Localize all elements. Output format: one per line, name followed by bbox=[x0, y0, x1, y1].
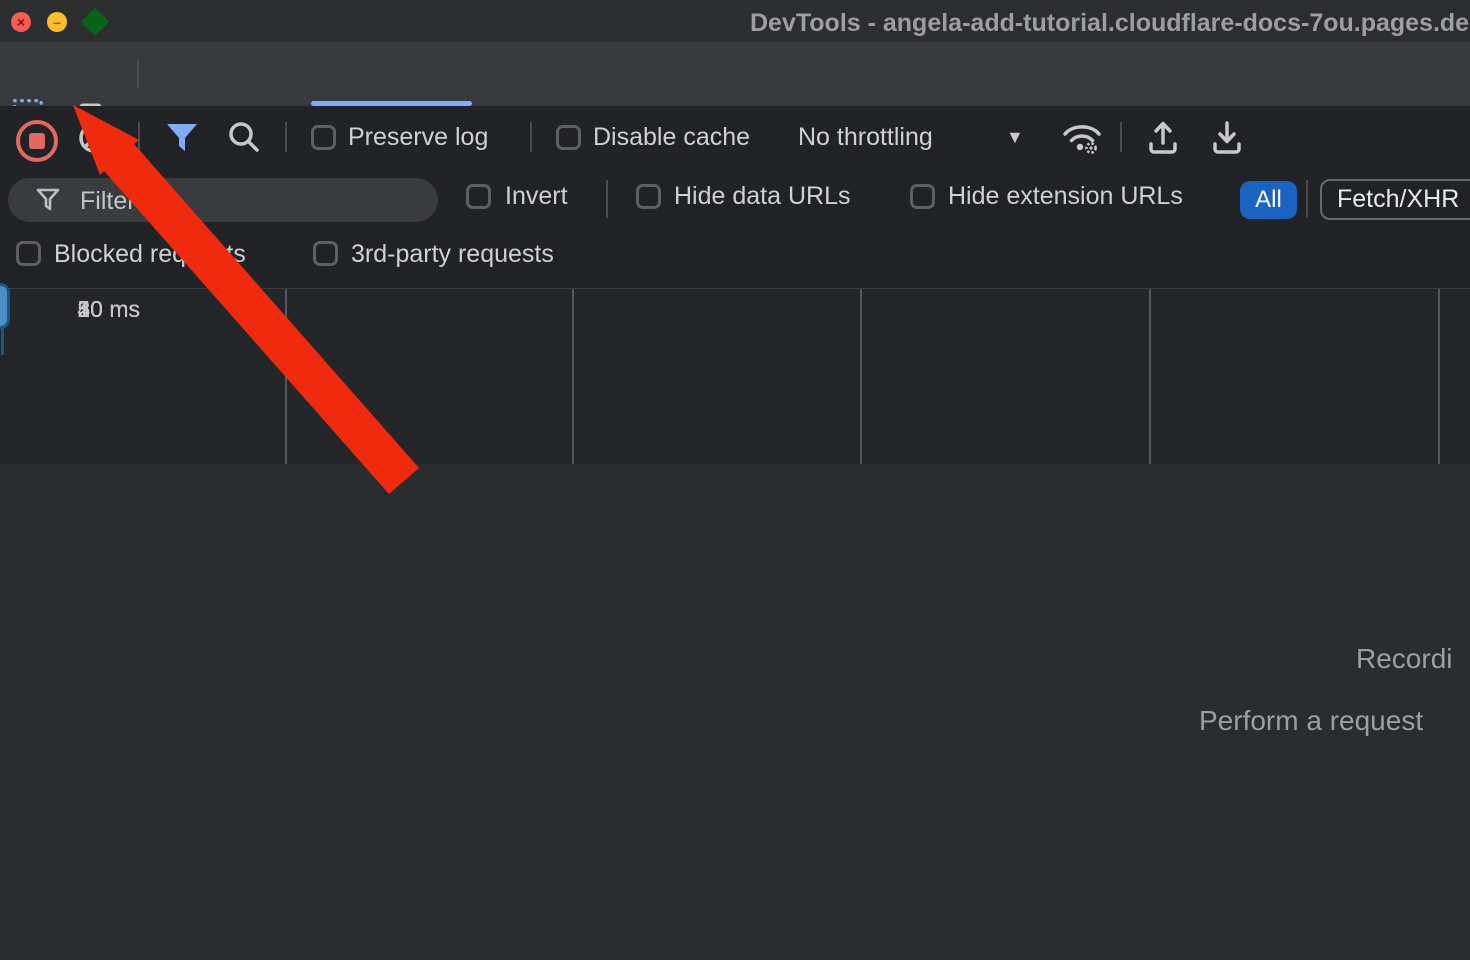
fetch-xhr-label: Fetch/XHR bbox=[1337, 185, 1459, 214]
clear-button[interactable] bbox=[78, 122, 110, 154]
request-type-fetch-xhr-button[interactable]: Fetch/XHR bbox=[1320, 179, 1470, 220]
filter-field[interactable] bbox=[8, 178, 438, 222]
network-overview-timeline[interactable]: 10 ms 20 ms 30 ms 40 ms 50 ms bbox=[0, 288, 1470, 467]
toolbar-separator bbox=[1120, 122, 1122, 152]
disable-cache-checkbox[interactable] bbox=[556, 125, 581, 150]
export-har-icon bbox=[1210, 119, 1244, 157]
chevron-down-icon[interactable]: ▼ bbox=[1006, 127, 1024, 148]
recording-hint-text: Recordi bbox=[1356, 643, 1452, 675]
titlebar: × – DevTools - angela-add-tutorial.cloud… bbox=[0, 0, 1470, 42]
hide-extension-urls-label[interactable]: Hide extension URLs bbox=[948, 184, 1183, 209]
network-toolbar: Preserve log Disable cache No throttling… bbox=[0, 106, 1470, 168]
invert-label[interactable]: Invert bbox=[505, 184, 568, 209]
timeline-resize-handle[interactable] bbox=[0, 283, 10, 329]
search-button[interactable] bbox=[227, 120, 261, 154]
import-har-button[interactable] bbox=[1146, 119, 1180, 157]
timeline-gridline bbox=[1438, 289, 1440, 465]
all-label: All bbox=[1255, 186, 1282, 214]
timeline-gridline bbox=[572, 289, 574, 465]
filter-input[interactable] bbox=[78, 186, 412, 216]
filter-toggle-button[interactable] bbox=[165, 123, 199, 153]
timeline-tick-label: 50 ms bbox=[0, 296, 140, 323]
third-party-requests-label[interactable]: 3rd-party requests bbox=[351, 242, 554, 267]
perform-request-hint-text: Perform a request bbox=[1199, 705, 1423, 737]
preserve-log-checkbox[interactable] bbox=[311, 125, 336, 150]
filter-funnel-icon bbox=[36, 188, 60, 212]
hide-data-urls-label[interactable]: Hide data URLs bbox=[674, 184, 850, 209]
filter-separator bbox=[1306, 180, 1308, 218]
toolbar-separator bbox=[530, 122, 532, 152]
blocked-requests-checkbox[interactable] bbox=[16, 241, 41, 266]
devtools-tabbar: Console Network Sources Performance Memo… bbox=[0, 42, 1470, 106]
tabbar-separator bbox=[137, 60, 139, 88]
network-filter-row: Invert Hide data URLs Hide extension URL… bbox=[0, 168, 1470, 228]
clear-icon bbox=[78, 122, 110, 154]
network-conditions-icon bbox=[1060, 119, 1104, 157]
timeline-gridline bbox=[1149, 289, 1151, 465]
minimize-icon[interactable]: – bbox=[47, 12, 67, 32]
record-stop-button[interactable] bbox=[16, 120, 58, 162]
third-party-requests-checkbox[interactable] bbox=[313, 241, 338, 266]
window-title: DevTools - angela-add-tutorial.cloudflar… bbox=[750, 9, 1469, 38]
invert-checkbox[interactable] bbox=[466, 184, 491, 209]
disable-cache-label[interactable]: Disable cache bbox=[593, 125, 750, 150]
filter-icon bbox=[165, 123, 199, 153]
timeline-gridline bbox=[860, 289, 862, 465]
network-filter-row-2: Blocked requests 3rd-party requests bbox=[0, 228, 1470, 288]
timeline-handle-line bbox=[1, 327, 4, 355]
blocked-requests-label[interactable]: Blocked requests bbox=[54, 242, 246, 267]
import-har-icon bbox=[1146, 119, 1180, 157]
toolbar-separator bbox=[138, 122, 140, 152]
hide-data-urls-checkbox[interactable] bbox=[636, 184, 661, 209]
zoom-icon[interactable] bbox=[85, 12, 105, 32]
throttling-select[interactable]: No throttling bbox=[798, 125, 933, 150]
timeline-gridline bbox=[285, 289, 287, 465]
request-type-all-button[interactable]: All bbox=[1240, 181, 1297, 219]
hide-extension-urls-checkbox[interactable] bbox=[910, 184, 935, 209]
search-icon bbox=[227, 120, 261, 154]
close-icon[interactable]: × bbox=[11, 12, 31, 32]
preserve-log-label[interactable]: Preserve log bbox=[348, 125, 488, 150]
export-har-button[interactable] bbox=[1210, 119, 1244, 157]
toolbar-separator bbox=[285, 122, 287, 152]
filter-separator bbox=[606, 180, 608, 218]
network-conditions-button[interactable] bbox=[1060, 119, 1104, 157]
request-list-empty-area: Recordi Perform a request bbox=[0, 464, 1470, 960]
